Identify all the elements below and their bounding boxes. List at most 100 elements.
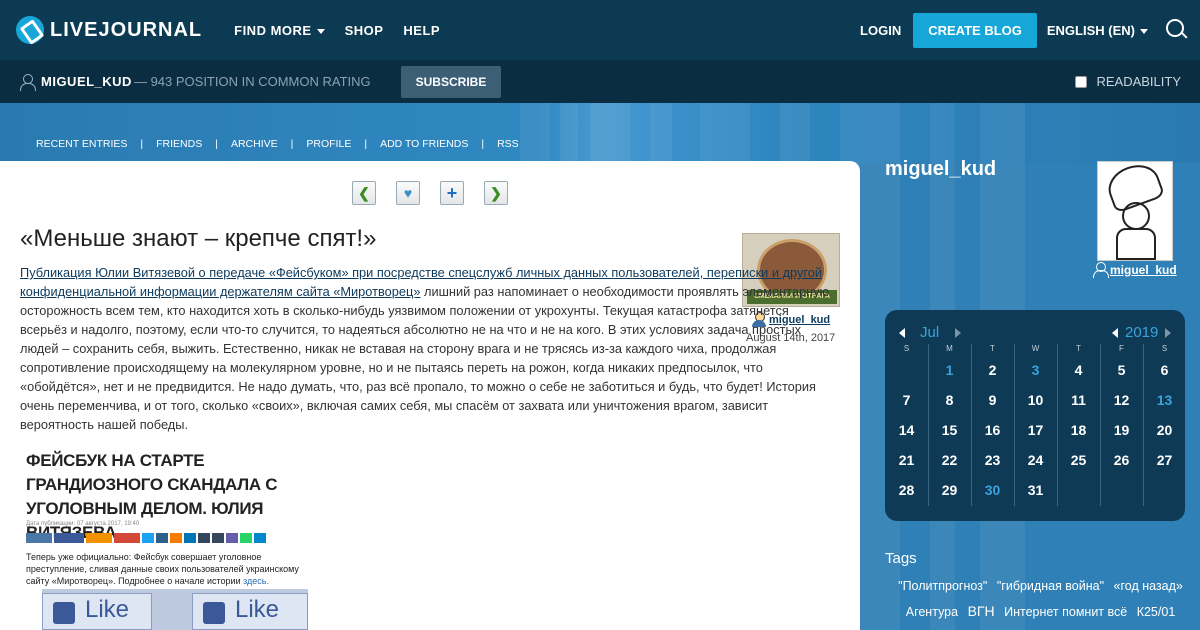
calendar-day: 2 <box>988 362 997 378</box>
calendar-day-of-week: S <box>1161 344 1168 353</box>
calendar-day-of-week: M <box>946 344 953 353</box>
add-to-memories-button[interactable]: ♥ <box>396 181 420 205</box>
screenshot-like-graphic: Like Like <box>42 589 308 630</box>
tag-link[interactable]: "гибридная война" <box>997 579 1104 593</box>
nav-rss[interactable]: RSS <box>497 138 519 150</box>
calendar-day: 15 <box>941 422 958 438</box>
calendar-day: 12 <box>1113 392 1130 408</box>
nav-help[interactable]: HELP <box>403 23 440 38</box>
calendar-day-of-week: W <box>1031 344 1040 353</box>
calendar-day: 25 <box>1070 452 1087 468</box>
nav-friends[interactable]: FRIENDS <box>156 138 202 150</box>
nav-separator: | <box>215 138 218 150</box>
calendar-day: 29 <box>941 482 958 498</box>
tag-link[interactable]: ВГН <box>968 603 995 619</box>
journal-user-bar: MIGUEL_KUD — 943 POSITION IN COMMON RATI… <box>0 60 1200 103</box>
nav-profile[interactable]: PROFILE <box>306 138 351 150</box>
avatar-body-drawing <box>1116 228 1156 260</box>
calendar-day-of-week: S <box>903 344 910 353</box>
calendar-day: 26 <box>1113 452 1130 468</box>
chevron-down-icon <box>1140 28 1148 34</box>
readability-toggle[interactable]: READABILITY <box>1075 60 1181 103</box>
sidebar-user-link[interactable]: miguel_kud <box>1110 263 1177 277</box>
calendar-day: 31 <box>1027 482 1044 498</box>
nav-recent-entries[interactable]: RECENT ENTRIES <box>36 138 127 150</box>
rating-text: — 943 POSITION IN COMMON RATING <box>133 74 371 89</box>
calendar-day-link[interactable]: 3 <box>1014 362 1057 378</box>
next-month-icon[interactable] <box>955 328 961 338</box>
nav-separator: | <box>364 138 368 150</box>
search-icon[interactable] <box>1166 19 1188 41</box>
whatsapp-share-icon <box>240 533 252 543</box>
calendar-day: 9 <box>988 392 997 408</box>
nav-find-more[interactable]: FIND MORE <box>234 22 325 38</box>
tag-cloud: "Политпрогноз" "гибридная война" «год на… <box>893 574 1188 625</box>
nav-archive[interactable]: ARCHIVE <box>231 138 278 150</box>
vk-share-icon <box>26 533 52 543</box>
next-entry-button[interactable]: ❯ <box>484 181 508 205</box>
create-blog-button[interactable]: CREATE BLOG <box>913 12 1037 48</box>
tag-link[interactable]: "Политпрогноз" <box>898 579 987 593</box>
calendar-day-link[interactable]: 30 <box>971 482 1014 498</box>
calendar-day-link[interactable]: 13 <box>1143 392 1186 408</box>
post-text: Публикация Юлии Витязевой о передаче «Фе… <box>20 265 829 432</box>
user-icon <box>1093 262 1109 278</box>
tag-link[interactable]: «год назад» <box>1114 579 1183 593</box>
nav-find-more-label: FIND MORE <box>234 22 312 38</box>
prev-month-icon[interactable] <box>899 328 905 338</box>
previous-entry-button[interactable]: ❮ <box>352 181 376 205</box>
tag-link[interactable]: Интернет помнит всё <box>1004 605 1127 619</box>
login-link[interactable]: LOGIN <box>860 23 901 38</box>
calendar-day-of-week: F <box>1119 344 1124 353</box>
calendar-widget: Jul 2019 S M T W T F S 1 2 3 4 5 6 7 8 9 10 11 12 13 14 15 16 1… <box>885 310 1185 521</box>
screenshot-link: здесь. <box>243 576 269 586</box>
avatar-face-drawing <box>1122 202 1150 230</box>
journal-nav: RECENT ENTRIES | FRIENDS | ARCHIVE | PRO… <box>36 138 519 150</box>
blogger-share-icon <box>170 533 182 543</box>
screenshot-headline: ФЕЙСБУК НА СТАРТЕ ГРАНДИОЗНОГО СКАНДАЛА … <box>26 451 278 542</box>
twitter-share-icon <box>142 533 154 543</box>
post-container: ❮ ♥ + ❯ «Меньше знают – крепче спят!» СМ… <box>0 161 860 630</box>
calendar-day: 8 <box>945 392 954 408</box>
plus-icon: + <box>446 182 458 203</box>
telegram-share-icon <box>254 533 266 543</box>
user-icon <box>20 73 36 91</box>
calendar-day: 22 <box>941 452 958 468</box>
tell-a-friend-button[interactable]: + <box>440 181 464 205</box>
readability-checkbox[interactable] <box>1075 75 1088 88</box>
calendar-day: 28 <box>898 482 915 498</box>
nav-separator: | <box>290 138 294 150</box>
nav-separator: | <box>140 138 144 150</box>
calendar-year[interactable]: 2019 <box>1125 324 1158 341</box>
linkedin-share-icon <box>184 533 196 543</box>
livejournal-logo[interactable]: LIVEJOURNAL <box>16 16 202 44</box>
nav-separator: | <box>481 138 485 150</box>
calendar-day-link[interactable]: 1 <box>928 362 971 378</box>
nav-shop[interactable]: SHOP <box>345 23 384 38</box>
viber-share-icon <box>226 533 238 543</box>
chevron-down-icon <box>316 28 325 34</box>
tag-link[interactable]: Агентура <box>906 605 958 619</box>
tag-link[interactable]: К25/01 <box>1137 605 1176 619</box>
calendar-day: 23 <box>984 452 1001 468</box>
livejournal-share-icon <box>198 533 210 543</box>
subscribe-button[interactable]: SUBSCRIBE <box>400 65 502 98</box>
calendar-month[interactable]: Jul <box>920 324 939 341</box>
calendar-day: 6 <box>1160 362 1169 378</box>
heart-icon: ♥ <box>403 185 413 201</box>
logo-text: LIVEJOURNAL <box>50 18 203 41</box>
calendar-day: 24 <box>1027 452 1044 468</box>
calendar-day: 18 <box>1070 422 1087 438</box>
nav-add-to-friends[interactable]: ADD TO FRIENDS <box>380 138 468 150</box>
readability-label: READABILITY <box>1096 74 1181 89</box>
mail-share-icon <box>156 533 168 543</box>
prev-year-icon[interactable] <box>1112 328 1118 338</box>
next-year-icon[interactable] <box>1165 328 1171 338</box>
calendar-day: 27 <box>1156 452 1173 468</box>
journal-username[interactable]: MIGUEL_KUD <box>41 74 132 89</box>
calendar-day: 21 <box>898 452 915 468</box>
sidebar-user: miguel_kud <box>1093 262 1177 278</box>
language-selector[interactable]: ENGLISH (EN) <box>1047 23 1148 38</box>
top-navbar: LIVEJOURNAL FIND MORE SHOP HELP LOGIN CR… <box>0 0 1200 60</box>
sidebar-avatar[interactable] <box>1097 161 1173 261</box>
